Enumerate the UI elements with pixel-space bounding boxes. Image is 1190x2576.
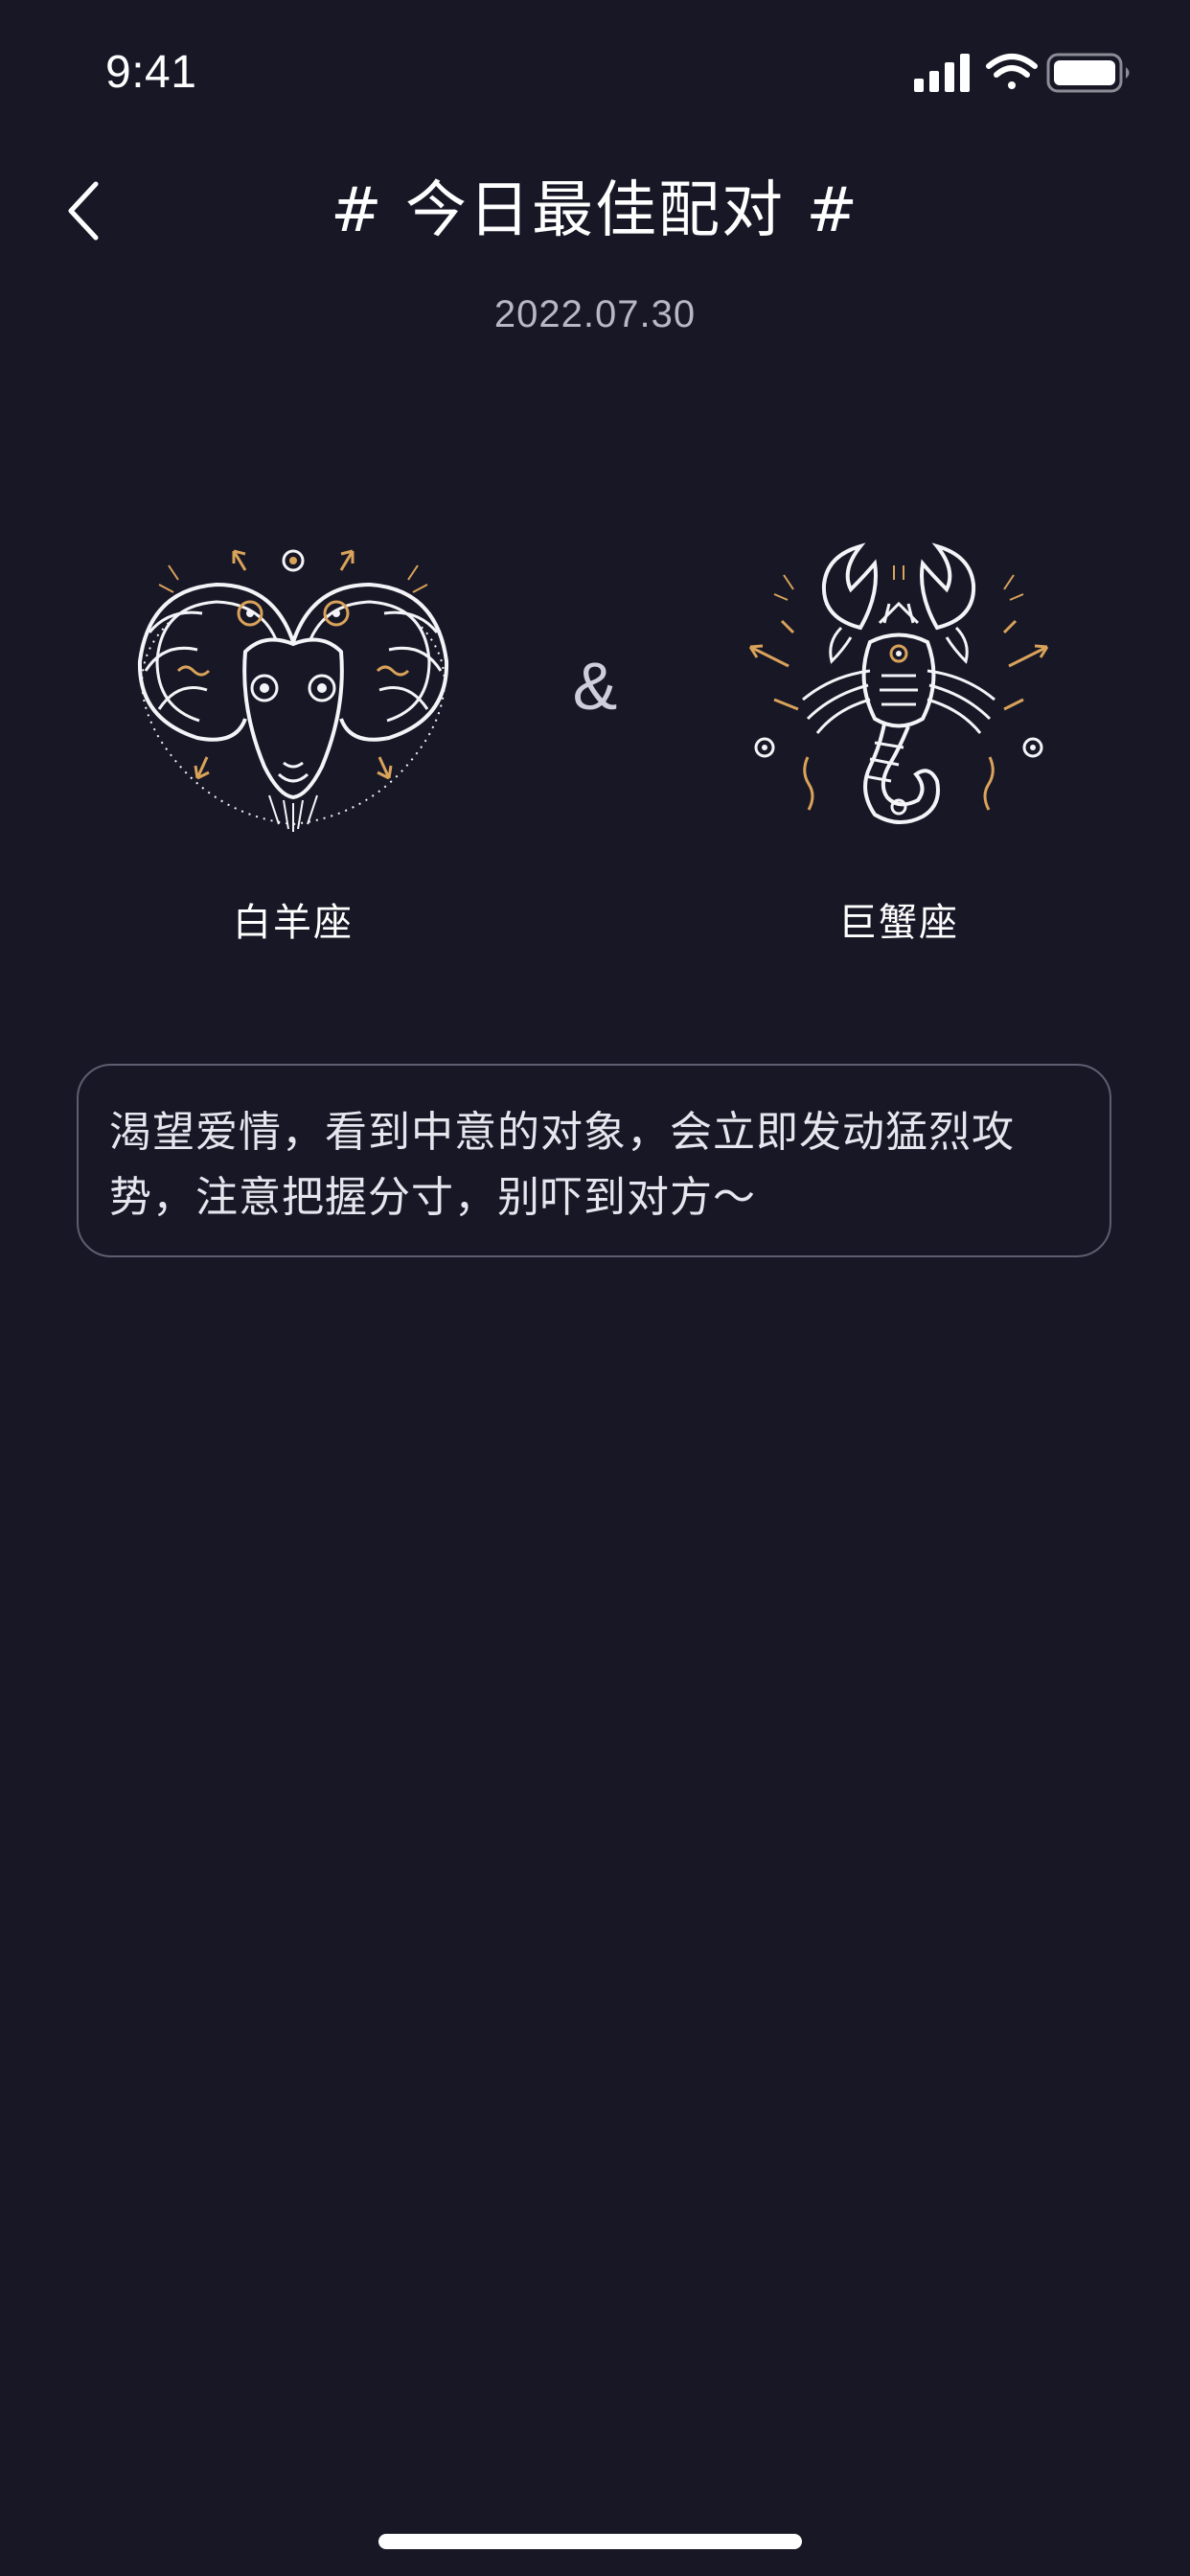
cancer-icon — [748, 542, 1049, 824]
match-separator: & — [572, 649, 618, 724]
sign-aries[interactable]: 白羊座 — [111, 537, 475, 947]
description-text: 渴望爱情，看到中意的对象，会立即发动猛烈攻势，注意把握分寸，别吓到对方～ — [109, 1108, 1015, 1222]
sign-aries-label: 白羊座 — [233, 901, 354, 945]
sign-cancer[interactable]: 巨蟹座 — [717, 537, 1081, 947]
status-bar: 9:41 — [0, 0, 1190, 144]
nav-bar: # 今日最佳配对 # — [0, 153, 1190, 268]
sign-cancer-label: 巨蟹座 — [838, 901, 959, 945]
wifi-icon — [986, 54, 1038, 89]
signal-icon — [914, 54, 970, 92]
page-title: # 今日最佳配对 # — [331, 175, 859, 246]
status-time: 9:41 — [105, 47, 197, 98]
description-card: 渴望爱情，看到中意的对象，会立即发动猛烈攻势，注意把握分寸，别吓到对方～ — [77, 1064, 1111, 1257]
battery-icon — [1046, 53, 1130, 93]
aries-icon — [137, 549, 449, 832]
home-indicator[interactable] — [378, 2534, 802, 2549]
page-date: 2022.07.30 — [493, 293, 697, 335]
status-icons — [914, 53, 1130, 93]
